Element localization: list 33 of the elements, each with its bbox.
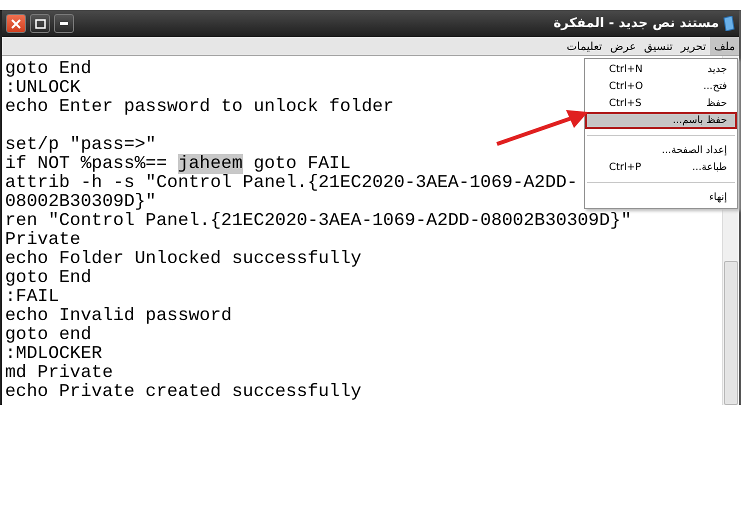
code-line: echo Private created successfully <box>5 383 362 402</box>
menu-option[interactable]: إنهاء <box>585 189 737 206</box>
code-line: :FAIL <box>5 288 60 307</box>
maximize-button[interactable] <box>30 14 50 33</box>
notepad-icon <box>723 16 735 31</box>
code-line: echo Folder Unlocked successfully <box>5 250 362 269</box>
code-line: 08002B30309D}" <box>5 193 156 212</box>
minimize-icon <box>60 22 68 26</box>
code-line: attrib -h -s "Control Panel.{21EC2020-3AEA-1069-A2DD- <box>5 174 578 193</box>
code-line: set/p "pass=>" <box>5 136 156 155</box>
menu-item[interactable]: تعليمات <box>562 37 606 55</box>
menu-item[interactable]: عرض <box>606 37 640 55</box>
maximize-icon <box>34 18 46 28</box>
code-line: goto End <box>5 269 92 288</box>
menu-option[interactable]: إعداد الصفحة... <box>585 142 737 159</box>
minimize-button[interactable] <box>54 14 74 33</box>
code-line: goto End <box>5 60 92 79</box>
menu-option[interactable]: حفظ باسم... <box>585 112 737 129</box>
code-line: goto end <box>5 326 92 345</box>
code-line: Private <box>5 231 81 250</box>
menu-item[interactable]: تنسيق <box>640 37 677 55</box>
close-icon <box>11 18 21 28</box>
code-line: ren "Control Panel.{21EC2020-3AEA-1069-A2DD-08002B30309D}" <box>5 212 632 231</box>
menu-item[interactable]: تحرير <box>676 37 710 55</box>
window-title: مستند نص جديد - المفكرة <box>553 16 719 31</box>
menu-item[interactable]: ملف <box>710 37 739 55</box>
code-line: if NOT %pass%== jaheem goto FAIL <box>5 155 351 174</box>
code-line: :MDLOCKER <box>5 345 102 364</box>
code-line: echo Invalid password <box>5 307 232 326</box>
code-line: echo Enter password to unlock folder <box>5 98 394 117</box>
code-line: md Private <box>5 364 114 383</box>
code-line: :UNLOCK <box>5 79 81 98</box>
close-button[interactable] <box>6 14 26 33</box>
